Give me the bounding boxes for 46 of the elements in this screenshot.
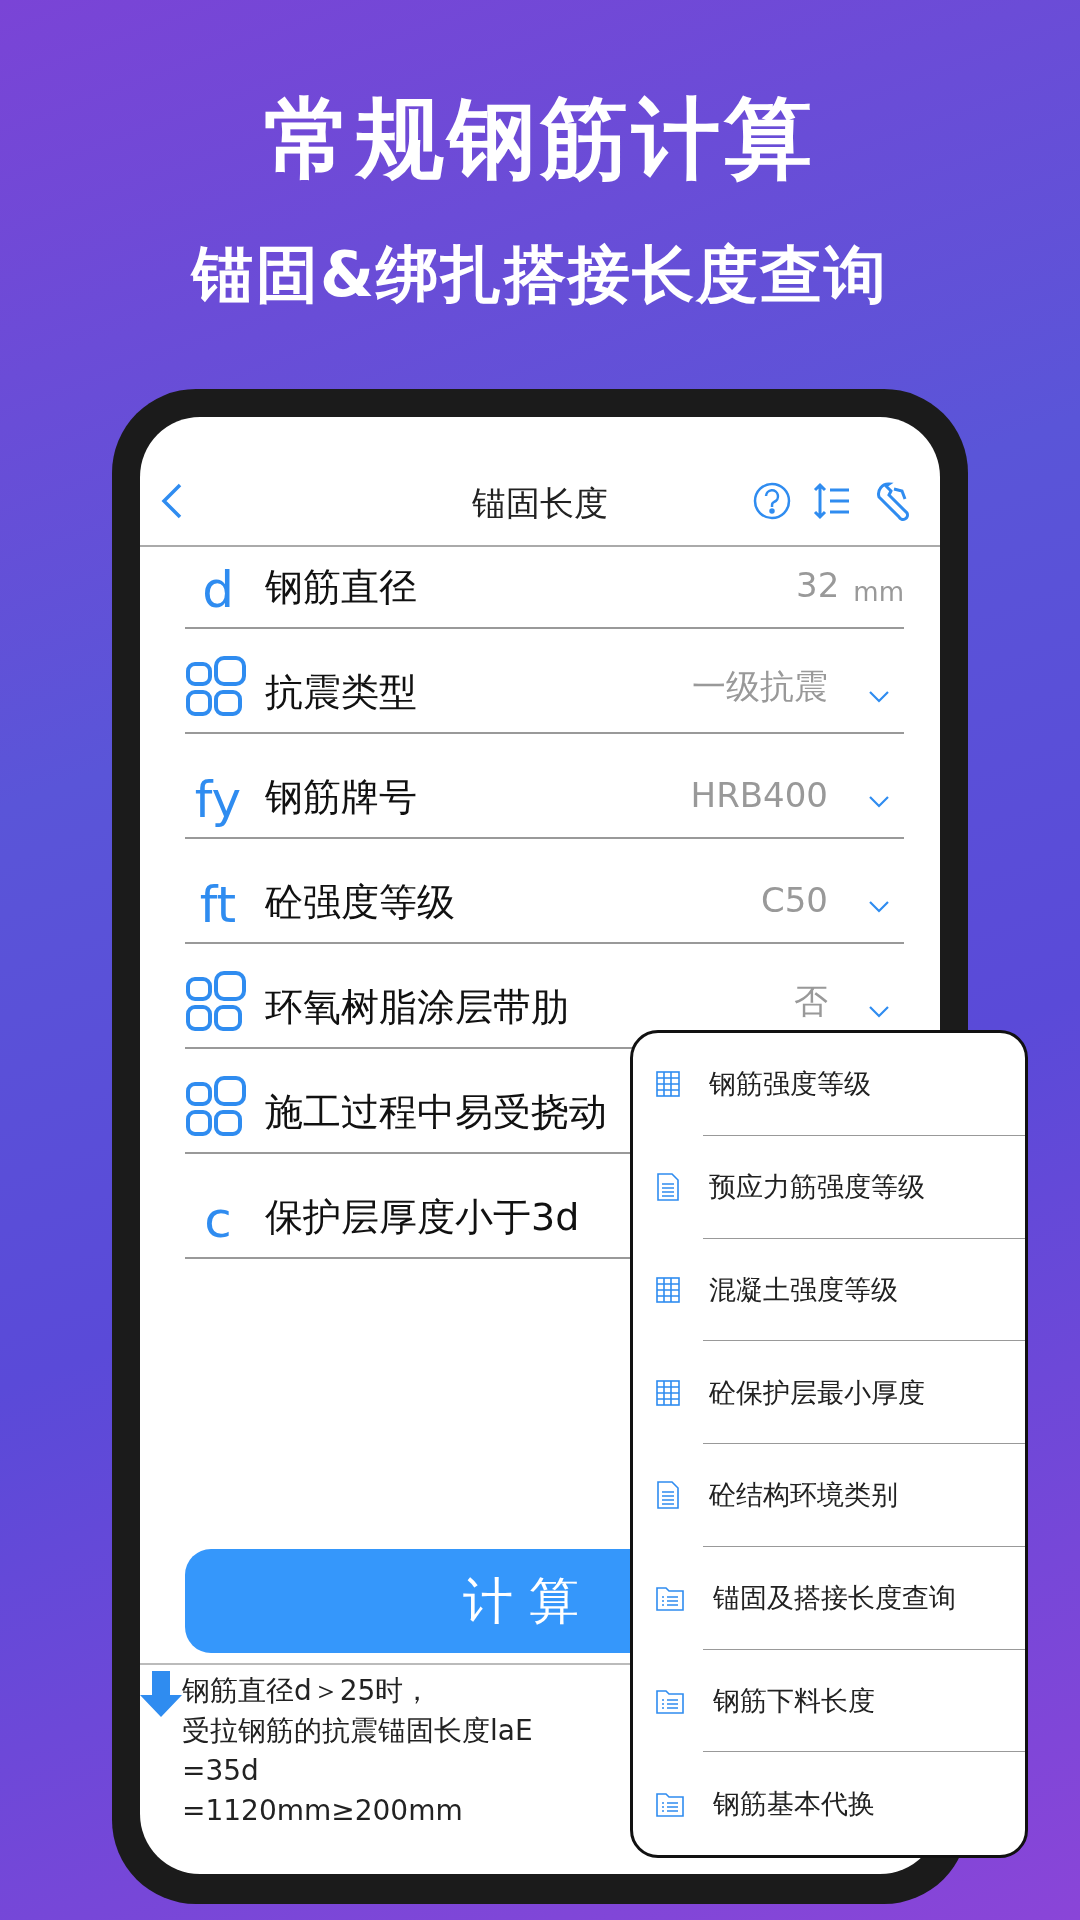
field-label: 保护层厚度小于3d	[265, 1194, 581, 1241]
screen-title: 锚固长度	[472, 482, 608, 525]
headline: 常规钢筋计算	[264, 86, 816, 192]
field-label: 钢筋直径	[265, 564, 418, 611]
help-button[interactable]	[752, 481, 792, 521]
form-row[interactable]: d 钢筋直径 32 mm	[185, 547, 904, 629]
symbol-label: fy	[193, 775, 243, 825]
document-icon	[655, 1480, 681, 1511]
field-label: 钢筋牌号	[265, 774, 418, 821]
form-row[interactable]: ft 砼强度等级 C50	[185, 839, 904, 944]
down-arrow-icon	[140, 1671, 182, 1719]
form-row[interactable]: fy 钢筋牌号 HRB400	[185, 734, 904, 839]
subheadline: 锚固&绑扎搭接长度查询	[191, 237, 889, 313]
table-icon	[655, 1377, 681, 1408]
menu-item[interactable]: 砼保护层最小厚度	[633, 1341, 1025, 1444]
chevron-icon	[868, 900, 890, 914]
menu-item[interactable]: 砼结构环境类别	[633, 1444, 1025, 1547]
field-value: HRB400	[690, 775, 828, 817]
grid-icon	[185, 1076, 247, 1138]
menu-item[interactable]: 钢筋下料长度	[633, 1649, 1025, 1753]
chevron-icon	[868, 690, 890, 704]
table-icon	[655, 1069, 681, 1100]
symbol-label: d	[201, 565, 235, 615]
chevron-icon	[868, 795, 890, 809]
symbol-label: c	[203, 1195, 233, 1245]
field-value: 一级抗震	[692, 665, 828, 708]
field-label: 抗震类型	[265, 669, 418, 716]
back-button[interactable]	[160, 481, 184, 521]
sort-button[interactable]	[812, 481, 852, 521]
grid-icon	[185, 971, 247, 1033]
field-label: 施工过程中易受挠动	[265, 1089, 608, 1136]
chevron-icon	[868, 1005, 890, 1019]
menu-item[interactable]: 锚固及搭接长度查询	[633, 1546, 1025, 1650]
result-text: 钢筋直径d＞25时， 受拉钢筋的抗震锚固长度laE =35d =1120mm≥200mm	[182, 1673, 533, 1829]
field-label: 砼强度等级	[265, 879, 456, 926]
symbol-label: ft	[198, 880, 238, 930]
field-value: C50	[761, 880, 828, 922]
field-value: 否	[794, 980, 828, 1023]
grid-icon	[185, 656, 247, 718]
unit-label: mm	[853, 577, 904, 609]
form-row[interactable]: 抗震类型 一级抗震	[185, 629, 904, 734]
table-icon	[655, 1274, 681, 1305]
field-label: 环氧树脂涂层带肋	[265, 984, 570, 1031]
document-icon	[655, 1172, 681, 1203]
menu-item[interactable]: 钢筋基本代换	[633, 1752, 1025, 1855]
field-value: 32	[796, 565, 840, 607]
